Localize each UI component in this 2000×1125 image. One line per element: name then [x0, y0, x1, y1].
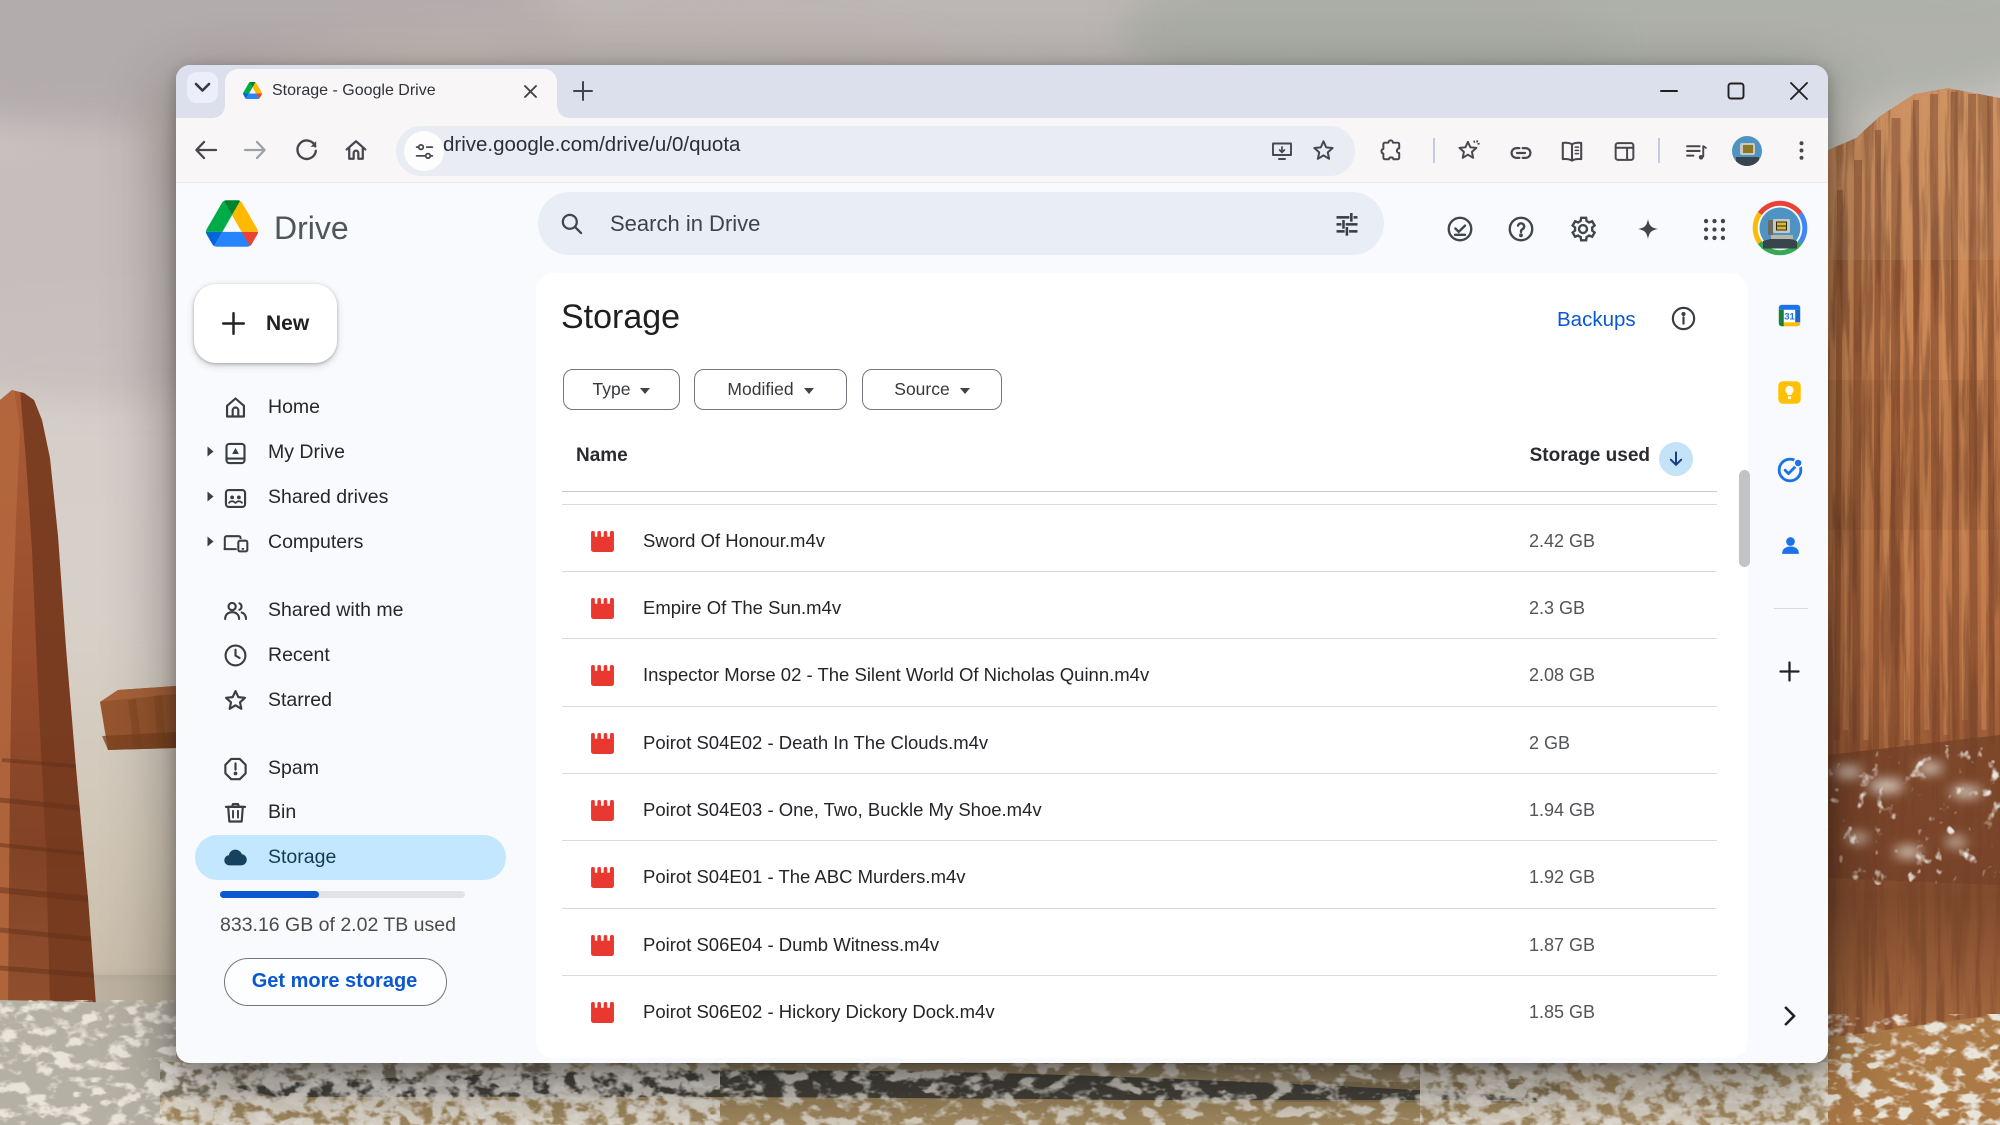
svg-text:31: 31	[1784, 312, 1795, 323]
